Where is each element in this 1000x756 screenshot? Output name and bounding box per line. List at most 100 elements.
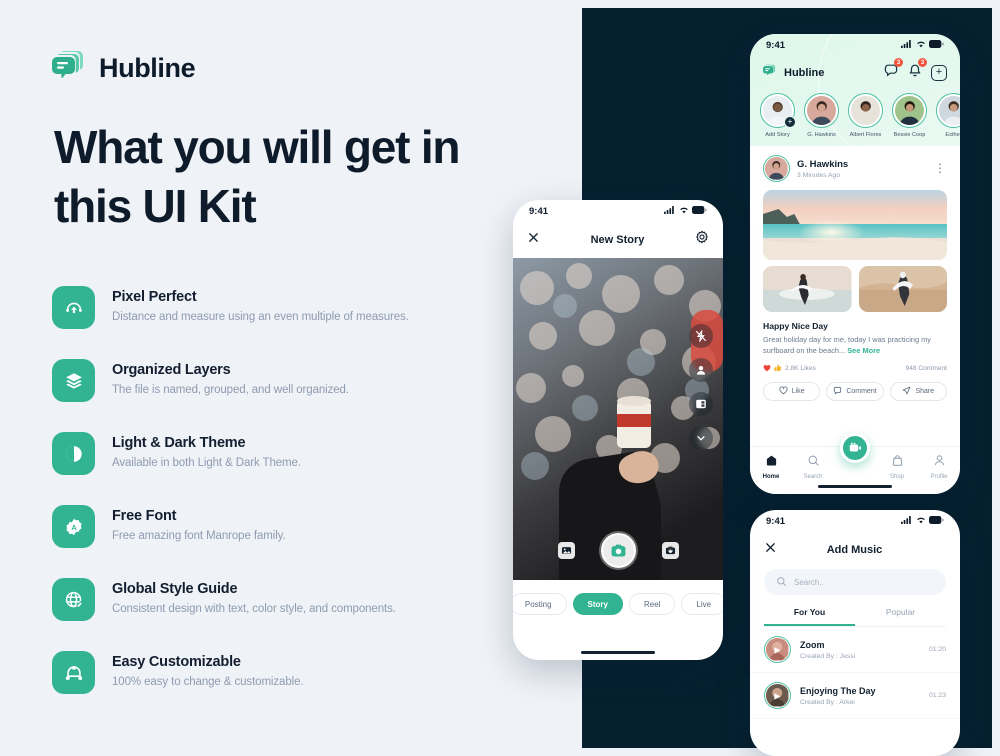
story-avatar-ring — [848, 93, 883, 128]
status-bar: 9:41 — [513, 200, 723, 222]
tab-search-label: Search — [803, 474, 823, 480]
font-badge-icon: A — [52, 505, 95, 548]
layout-icon[interactable] — [689, 392, 713, 416]
face-effects-icon[interactable] — [689, 358, 713, 382]
tab-profile[interactable]: Profile — [918, 454, 960, 480]
song-title: Enjoying The Day — [800, 685, 876, 696]
story-avatar-ring: + — [760, 93, 796, 128]
share-button[interactable]: Share — [889, 381, 947, 401]
messages-icon[interactable]: 3 — [883, 58, 903, 83]
close-icon[interactable] — [527, 231, 540, 249]
tab-create[interactable]: . — [834, 433, 876, 463]
tab-home[interactable]: Home — [750, 454, 792, 480]
like-button[interactable]: Like — [763, 381, 821, 401]
header-actions: 3 3 + — [883, 58, 947, 83]
globe-edit-icon — [52, 578, 95, 621]
comment-button[interactable]: Comment — [826, 381, 884, 401]
post-photo-left[interactable] — [763, 266, 852, 312]
signal-bars-icon — [901, 515, 913, 527]
app-header: Hubline 3 3 + — [750, 56, 960, 91]
story-label: G. Hawkins — [807, 132, 836, 138]
comment-label: Comment — [846, 387, 877, 395]
wifi-icon — [679, 206, 689, 217]
tab-home-label: Home — [762, 474, 780, 480]
battery-icon — [692, 205, 707, 217]
feature-desc: Available in both Light & Dark Theme. — [112, 457, 301, 469]
comment-icon — [833, 386, 842, 397]
mode-story[interactable]: Story — [572, 593, 623, 615]
left-content-panel: Hubline What you will get in this UI Kit… — [0, 0, 582, 756]
gallery-icon[interactable] — [557, 542, 575, 559]
feature-item: Global Style Guide Consistent design wit… — [52, 578, 522, 621]
song-list-item[interactable]: ▶ Zoom Created By : Jessi 01:20 — [750, 627, 960, 673]
search-placeholder: Search.. — [794, 577, 824, 587]
story-avatar-ring — [892, 93, 927, 128]
story-item[interactable]: Bessie Coop — [892, 93, 927, 138]
post-photo-row — [763, 266, 947, 312]
stories-rail[interactable]: + Add Story G. Hawkins Albert Flores Bes… — [750, 91, 960, 146]
home-icon — [765, 454, 778, 471]
post-photo-right[interactable] — [858, 266, 947, 312]
phone-mockup-add-music: 9:41 Add Music Search.. For You Popular … — [750, 510, 960, 756]
signal-bars-icon — [664, 205, 676, 217]
feature-title: Organized Layers — [112, 362, 231, 378]
page-title: New Story — [590, 233, 645, 246]
mode-posting[interactable]: Posting — [513, 593, 567, 615]
status-bar: 9:41 — [750, 34, 960, 56]
contrast-circle-icon — [52, 432, 95, 475]
likes-count: 2.8K Likes — [785, 365, 816, 373]
mode-live[interactable]: Live — [681, 593, 723, 615]
post-actions: Like Comment Share — [763, 381, 947, 401]
story-item[interactable]: + Add Story — [760, 93, 796, 138]
play-icon[interactable]: ▶ — [774, 691, 780, 700]
bell-icon[interactable]: 3 — [907, 58, 927, 83]
poster-canvas: Hubline What you will get in this UI Kit… — [0, 0, 1000, 756]
share-icon — [902, 386, 911, 397]
plus-icon[interactable]: + — [931, 64, 947, 81]
chevron-down-icon[interactable] — [689, 426, 713, 450]
gear-icon[interactable] — [695, 230, 709, 249]
song-list-item[interactable]: ▶ Enjoying The Day Created By : Arkei 01… — [750, 673, 960, 719]
feature-title: Pixel Perfect — [112, 289, 197, 305]
play-icon[interactable]: ▶ — [774, 645, 780, 654]
tab-shop[interactable]: Shop — [876, 454, 918, 480]
like-label: Like — [791, 387, 805, 395]
flash-off-icon[interactable] — [689, 324, 713, 348]
story-label: Albert Flores — [849, 132, 882, 138]
see-more-link[interactable]: See More — [847, 346, 880, 355]
status-time: 9:41 — [529, 205, 549, 217]
video-camera-icon[interactable] — [840, 433, 870, 463]
camera-icon[interactable] — [600, 533, 636, 568]
post-body: Great holiday day for me, today I was pr… — [763, 334, 947, 357]
tab-for-you[interactable]: For You — [764, 607, 855, 626]
avatar[interactable] — [763, 155, 790, 182]
tab-popular[interactable]: Popular — [855, 607, 946, 626]
bottom-tab-bar: Home Search . — [750, 433, 960, 494]
post-photo-main[interactable] — [763, 190, 947, 260]
add-story-icon[interactable]: + — [784, 116, 796, 128]
post-gallery — [763, 190, 947, 312]
status-time: 9:41 — [766, 515, 786, 527]
story-item[interactable]: G. Hawkins — [804, 93, 839, 138]
feed-post: G. Hawkins 3 Minutes Ago ⋮ Happy Nice Da… — [750, 146, 960, 401]
flip-camera-icon[interactable] — [661, 542, 679, 559]
avatar — [850, 95, 881, 126]
add-music-header: Add Music — [750, 532, 960, 569]
close-icon[interactable] — [764, 541, 777, 559]
feature-desc: Consistent design with text, color style… — [112, 603, 396, 615]
camera-viewfinder[interactable] — [513, 258, 723, 580]
heart-reaction-icon — [763, 364, 771, 374]
story-item[interactable]: Albert Flores — [848, 93, 883, 138]
avatar: ▶ — [764, 682, 791, 709]
tab-search[interactable]: Search — [792, 454, 834, 480]
status-bar: 9:41 — [750, 510, 960, 532]
kebab-menu-icon[interactable]: ⋮ — [934, 162, 947, 174]
post-header: G. Hawkins 3 Minutes Ago ⋮ — [763, 155, 947, 182]
feature-desc: Distance and measure using an even multi… — [112, 311, 409, 323]
layers-icon — [52, 359, 95, 402]
story-label: Add Story — [765, 132, 790, 138]
post-title: Happy Nice Day — [763, 321, 828, 331]
story-item[interactable]: Esther — [936, 93, 960, 138]
search-input[interactable]: Search.. — [764, 569, 946, 595]
mode-reel[interactable]: Reel — [629, 593, 676, 615]
